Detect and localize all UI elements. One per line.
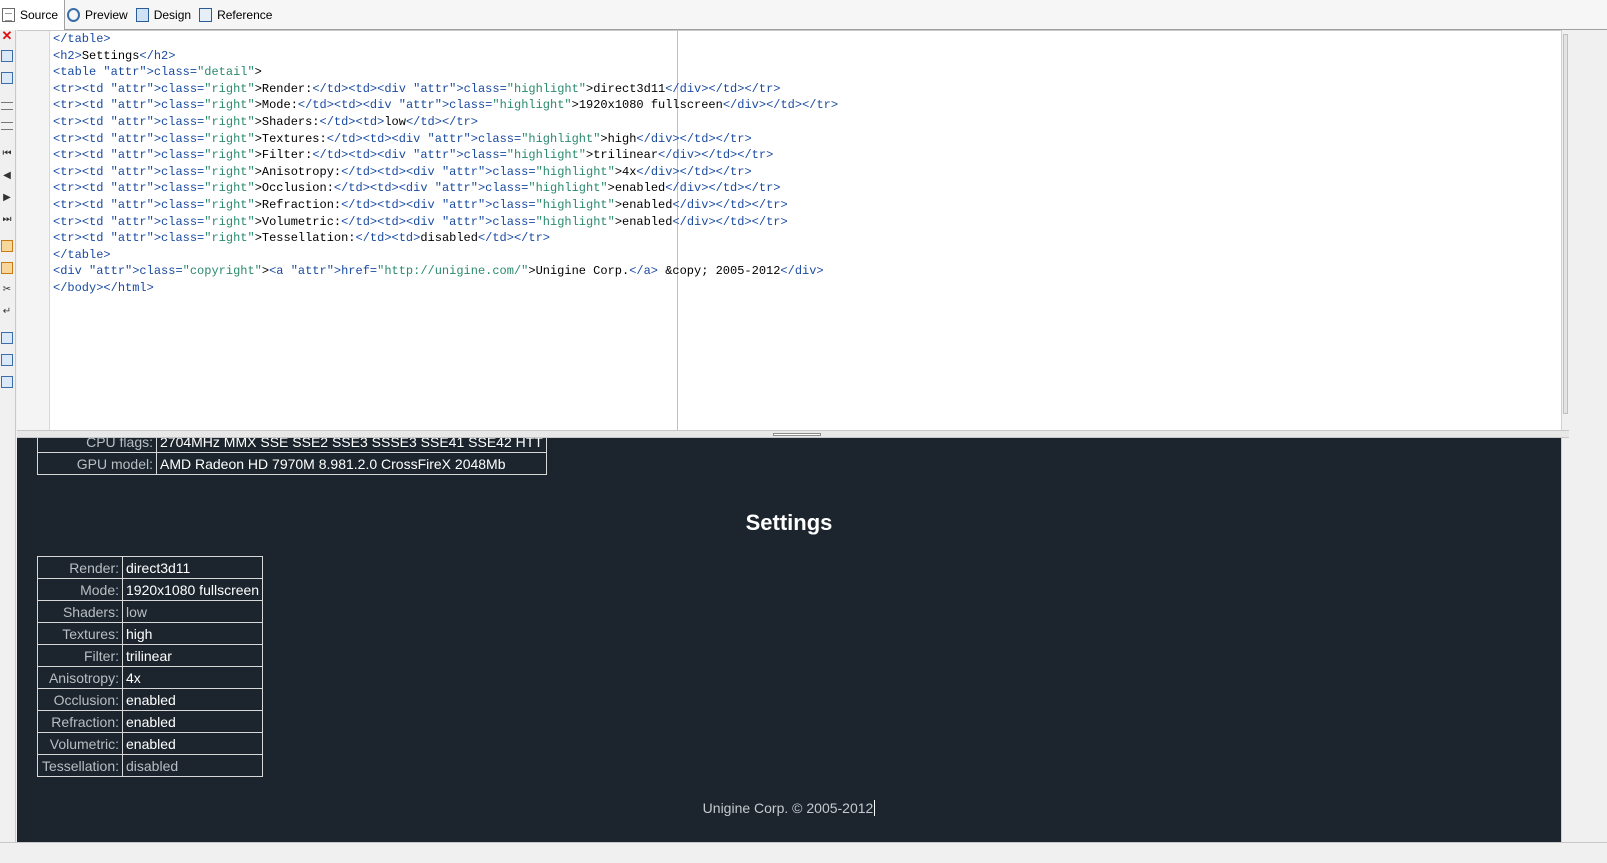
source-line[interactable]: <tr><td "attr">class="right">Volumetric:…: [53, 214, 838, 231]
split-view-icon[interactable]: [1, 354, 13, 366]
tab-reference[interactable]: Reference: [197, 0, 278, 30]
tab-source-label: Source: [20, 7, 59, 22]
copyright: Unigine Corp. © 2005-2012: [17, 800, 1561, 816]
source-editor[interactable]: </table> <h2>Settings</h2> <table "attr">c…: [17, 30, 1561, 431]
preview-scrollbar[interactable]: [1561, 438, 1569, 842]
source-line[interactable]: <tr><td "attr">class="right">Anisotropy:…: [53, 164, 838, 181]
settings-value: trilinear: [121, 644, 264, 667]
source-line[interactable]: <tr><td "attr">class="right">Render:</td…: [53, 81, 838, 98]
system-info-label: GPU model:: [37, 452, 157, 475]
preview-magnifier-icon: [67, 7, 81, 22]
editor-scrollbar[interactable]: [1561, 30, 1569, 430]
wrap-icon[interactable]: ↵: [1, 306, 13, 318]
source-line[interactable]: <div "attr">class="copyright"><a "attr">…: [53, 263, 838, 280]
pane-splitter[interactable]: [17, 430, 1569, 438]
settings-label: Refraction:: [37, 710, 123, 733]
settings-row: Volumetric: enabled: [37, 732, 264, 755]
editor-scrollbar-thumb[interactable]: [1563, 34, 1568, 414]
settings-row: Shaders: low: [37, 600, 264, 623]
open-external-icon[interactable]: [1, 50, 13, 62]
settings-value: enabled: [121, 732, 264, 755]
source-line[interactable]: <tr><td "attr">class="right">Tessellatio…: [53, 230, 838, 247]
tab-preview[interactable]: Preview: [65, 0, 134, 30]
system-info-table: CPU flags: 2704MHz MMX SSE SSE2 SSE3 SSSE…: [37, 438, 547, 475]
source-line[interactable]: <tr><td "attr">class="right">Mode:</td><…: [53, 97, 838, 114]
system-info-row: CPU flags: 2704MHz MMX SSE SSE2 SSE3 SSSE…: [37, 438, 547, 453]
text-caret: [874, 800, 876, 816]
settings-label: Tessellation:: [37, 754, 123, 777]
indent-lines-icon[interactable]: [1, 122, 13, 130]
system-info-label: CPU flags:: [37, 438, 157, 453]
copyright-text: © 2005-2012: [788, 800, 874, 816]
editor-side-toolbar: ✕ ⏮ ◀ ▶ ⏭ ✂ ↵: [0, 29, 16, 863]
tab-reference-label: Reference: [217, 7, 273, 22]
design-monitor-icon: [135, 7, 149, 22]
settings-label: Mode:: [37, 578, 123, 601]
settings-row: Occlusion: enabled: [37, 688, 264, 711]
settings-label: Occlusion:: [37, 688, 123, 711]
settings-row: Mode: 1920x1080 fullscreen: [37, 578, 264, 601]
settings-value: enabled: [121, 710, 264, 733]
source-line[interactable]: </table>: [53, 31, 838, 48]
source-code[interactable]: </table> <h2>Settings</h2> <table "attr">c…: [53, 31, 838, 297]
settings-value: 4x: [121, 666, 264, 689]
settings-label: Volumetric:: [37, 732, 123, 755]
status-strip: [0, 842, 1607, 863]
tab-source[interactable]: Source: [0, 0, 66, 30]
last-icon[interactable]: ⏭: [1, 214, 13, 226]
view-tab-bar: Source Preview Design Reference: [0, 0, 1607, 30]
settings-value: disabled: [121, 754, 264, 777]
source-line[interactable]: <tr><td "attr">class="right">Occlusion:<…: [53, 180, 838, 197]
next-icon[interactable]: ▶: [1, 192, 13, 204]
previous-icon[interactable]: ◀: [1, 170, 13, 182]
source-line[interactable]: <h2>Settings</h2>: [53, 48, 838, 65]
settings-value: low: [121, 600, 264, 623]
settings-value: 1920x1080 fullscreen: [121, 578, 264, 601]
bookmark-next-icon[interactable]: [1, 262, 13, 274]
system-info-row: GPU model: AMD Radeon HD 7970M 8.981.2.0 …: [37, 452, 547, 475]
settings-heading: Settings: [745, 510, 833, 535]
settings-label: Shaders:: [37, 600, 123, 623]
settings-row: Render: direct3d11: [37, 556, 264, 579]
settings-label: Filter:: [37, 644, 123, 667]
settings-row: Filter: trilinear: [37, 644, 264, 667]
settings-label: Render:: [37, 556, 123, 579]
system-info-value: 2704MHz MMX SSE SSE2 SSE3 SSSE3 SSE41 SS…: [156, 438, 547, 453]
source-page-icon: [2, 7, 15, 22]
tab-design[interactable]: Design: [134, 0, 197, 30]
unigine-link[interactable]: Unigine Corp.: [703, 800, 789, 816]
lock-page-icon[interactable]: [1, 332, 13, 344]
settings-label: Textures:: [37, 622, 123, 645]
reference-book-icon: [199, 7, 213, 22]
source-line[interactable]: <tr><td "attr">class="right">Filter:</td…: [53, 147, 838, 164]
source-line[interactable]: <table "attr">class="detail">: [53, 64, 838, 81]
source-line[interactable]: <tr><td "attr">class="right">Refraction:…: [53, 197, 838, 214]
close-icon[interactable]: ✕: [1, 29, 13, 42]
settings-value: high: [121, 622, 264, 645]
source-line[interactable]: </body></html>: [53, 280, 838, 297]
line-gutter: [17, 31, 50, 431]
tab-preview-label: Preview: [85, 7, 128, 22]
properties-icon[interactable]: [1, 376, 13, 388]
settings-value: enabled: [121, 688, 264, 711]
settings-row: Textures: high: [37, 622, 264, 645]
source-line[interactable]: </table>: [53, 247, 838, 264]
source-line[interactable]: <tr><td "attr">class="right">Textures:</…: [53, 131, 838, 148]
system-info-value: AMD Radeon HD 7970M 8.981.2.0 CrossFireX…: [156, 452, 547, 475]
tools-icon[interactable]: ✂: [1, 284, 13, 296]
tab-design-label: Design: [153, 7, 192, 22]
splitter-grip[interactable]: [773, 433, 821, 436]
settings-row: Tessellation: disabled: [37, 754, 264, 777]
settings-value: direct3d11: [121, 556, 264, 579]
settings-row: Refraction: enabled: [37, 710, 264, 733]
settings-row: Anisotropy: 4x: [37, 666, 264, 689]
preview-pane: CPU flags: 2704MHz MMX SSE SSE2 SSE3 SSSE…: [17, 438, 1561, 842]
settings-label: Anisotropy:: [37, 666, 123, 689]
first-icon[interactable]: ⏮: [1, 148, 13, 160]
source-line[interactable]: <tr><td "attr">class="right">Shaders:</t…: [53, 114, 838, 131]
window-icon[interactable]: [1, 72, 13, 84]
settings-table: Render: direct3d11 Mode: 1920x1080 fullscre…: [37, 556, 264, 777]
align-lines-icon[interactable]: [1, 102, 13, 110]
bookmark-add-icon[interactable]: [1, 240, 13, 252]
